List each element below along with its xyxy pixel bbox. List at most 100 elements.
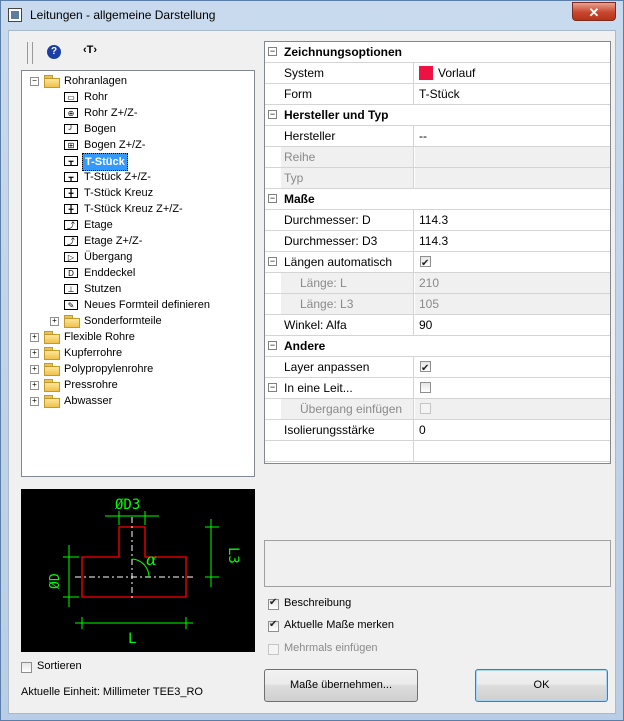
collapse-icon[interactable]: − bbox=[268, 257, 277, 266]
property-category[interactable]: − Andere bbox=[265, 336, 610, 357]
grid-margin: − bbox=[265, 42, 281, 62]
property-value bbox=[415, 147, 610, 167]
property-value[interactable]: 114.3 bbox=[415, 210, 610, 230]
fitting-tree[interactable]: − Rohranlagen ▭ Rohr ⊕ Rohr Z+/Z- ╯ Bogen ⊞ Bogen… bbox=[21, 70, 255, 477]
expand-icon[interactable]: + bbox=[30, 397, 39, 406]
folder-icon bbox=[44, 363, 60, 376]
property-checkbox[interactable] bbox=[420, 359, 431, 379]
property-value[interactable]: -- bbox=[415, 126, 610, 146]
property-value[interactable]: 90 bbox=[415, 315, 610, 335]
property-name: Hersteller bbox=[281, 126, 414, 146]
property-value[interactable] bbox=[415, 252, 610, 274]
property-row[interactable]: Länge: L 210 bbox=[265, 273, 610, 294]
toolbar-grip[interactable] bbox=[27, 42, 33, 64]
sort-checkbox-label: Sortieren bbox=[37, 660, 82, 672]
property-grid[interactable]: − Zeichnungsoptionen System Vorlauf Form T-St… bbox=[264, 41, 611, 464]
ok-button[interactable]: OK bbox=[475, 669, 608, 702]
property-value[interactable]: 0 bbox=[415, 420, 610, 440]
tee-icon: ┳ bbox=[64, 156, 78, 166]
dialog-window: Leitungen - allgemeine Darstellung ✕ ? ‹… bbox=[0, 0, 624, 721]
property-row[interactable]: Winkel: Alfa 90 bbox=[265, 315, 610, 336]
grid-margin bbox=[265, 147, 281, 167]
property-checkbox[interactable] bbox=[420, 382, 431, 393]
insert-multiple-checkbox bbox=[268, 644, 279, 655]
property-value[interactable] bbox=[415, 441, 610, 461]
property-row[interactable]: Hersteller -- bbox=[265, 126, 610, 147]
property-value[interactable]: Vorlauf bbox=[415, 63, 610, 83]
cross-icon: ╋ bbox=[64, 188, 78, 198]
pipe-icon: ▭ bbox=[64, 92, 78, 102]
title-bar[interactable]: Leitungen - allgemeine Darstellung ✕ bbox=[1, 1, 623, 30]
description-checkbox[interactable] bbox=[268, 597, 279, 610]
property-row[interactable]: Typ bbox=[265, 168, 610, 189]
sort-checkbox[interactable] bbox=[21, 662, 32, 673]
expand-icon[interactable]: + bbox=[30, 333, 39, 342]
grid-margin bbox=[265, 399, 281, 419]
expand-icon[interactable]: + bbox=[50, 317, 59, 326]
property-value bbox=[415, 399, 610, 419]
property-row[interactable] bbox=[265, 441, 610, 462]
grid-margin bbox=[265, 168, 281, 188]
category-label: Andere bbox=[284, 339, 326, 353]
remember-dimensions-checkbox[interactable] bbox=[268, 619, 279, 632]
endcap-icon: D bbox=[64, 268, 78, 278]
apply-dimensions-button[interactable]: Maße übernehmen... bbox=[264, 669, 418, 702]
grid-margin bbox=[265, 294, 281, 314]
grid-margin: − bbox=[265, 105, 281, 125]
close-button[interactable]: ✕ bbox=[572, 2, 616, 21]
expand-icon[interactable]: + bbox=[30, 349, 39, 358]
collapse-icon[interactable]: − bbox=[268, 194, 277, 203]
property-checkbox[interactable] bbox=[420, 254, 431, 274]
property-value-text: T-Stück bbox=[419, 87, 460, 101]
expand-icon[interactable]: + bbox=[30, 381, 39, 390]
insert-multiple-checkbox-label: Mehrmals einfügen bbox=[284, 642, 378, 654]
collapse-icon[interactable]: − bbox=[268, 47, 277, 56]
tree-item-label: Etage bbox=[84, 219, 113, 231]
property-value-text: 114.3 bbox=[419, 234, 449, 248]
property-row[interactable]: Länge: L3 105 bbox=[265, 294, 610, 315]
collapse-icon[interactable]: − bbox=[268, 110, 277, 119]
elbow-z-icon: ⊞ bbox=[64, 140, 78, 150]
grid-margin: − bbox=[265, 189, 281, 209]
tree-item-label: Rohranlagen bbox=[64, 75, 127, 87]
tree-item-label: Rohr Z+/Z- bbox=[84, 107, 138, 119]
property-row[interactable]: − In eine Leit... bbox=[265, 378, 610, 399]
tee-z-icon: ┳ bbox=[64, 172, 78, 182]
property-category[interactable]: − Zeichnungsoptionen bbox=[265, 42, 610, 63]
collapse-icon[interactable]: − bbox=[30, 77, 39, 86]
property-row[interactable]: Reihe bbox=[265, 147, 610, 168]
expand-icon[interactable]: + bbox=[30, 365, 39, 374]
folder-icon bbox=[44, 347, 60, 360]
property-value[interactable] bbox=[415, 357, 610, 379]
property-row[interactable]: Durchmesser: D 114.3 bbox=[265, 210, 610, 231]
offset-icon: ⤴ bbox=[64, 220, 78, 230]
property-value-text: 114.3 bbox=[419, 213, 449, 227]
property-category[interactable]: − Hersteller und Typ bbox=[265, 105, 610, 126]
property-row[interactable]: Übergang einfügen bbox=[265, 399, 610, 420]
property-row[interactable]: − Längen automatisch bbox=[265, 252, 610, 274]
tree-item-label: T-Stück Kreuz Z+/Z- bbox=[84, 203, 183, 215]
folder-icon bbox=[44, 75, 60, 88]
property-row[interactable]: Layer anpassen bbox=[265, 357, 610, 379]
tree-item-label: Polypropylenrohre bbox=[64, 363, 154, 375]
text-tag-icon[interactable]: ‹T› bbox=[83, 44, 97, 56]
property-row[interactable]: Durchmesser: D3 114.3 bbox=[265, 231, 610, 252]
property-name: Länge: L3 bbox=[281, 294, 414, 314]
property-value[interactable]: T-Stück bbox=[415, 84, 610, 104]
property-value-text: -- bbox=[419, 129, 427, 143]
grid-margin bbox=[265, 315, 281, 335]
elbow-icon: ╯ bbox=[64, 124, 78, 134]
property-row[interactable]: Isolierungsstärke 0 bbox=[265, 420, 610, 441]
property-value[interactable]: 114.3 bbox=[415, 231, 610, 251]
property-category[interactable]: − Maße bbox=[265, 189, 610, 210]
help-icon[interactable]: ? bbox=[47, 45, 61, 59]
category-label: Maße bbox=[284, 192, 315, 206]
property-value-text: Vorlauf bbox=[438, 66, 476, 80]
property-value[interactable] bbox=[415, 378, 610, 398]
collapse-icon[interactable]: − bbox=[268, 383, 277, 392]
grid-margin bbox=[265, 126, 281, 146]
collapse-icon[interactable]: − bbox=[268, 341, 277, 350]
property-row[interactable]: System Vorlauf bbox=[265, 63, 610, 84]
property-row[interactable]: Form T-Stück bbox=[265, 84, 610, 105]
tree-item-label: Abwasser bbox=[64, 395, 113, 407]
